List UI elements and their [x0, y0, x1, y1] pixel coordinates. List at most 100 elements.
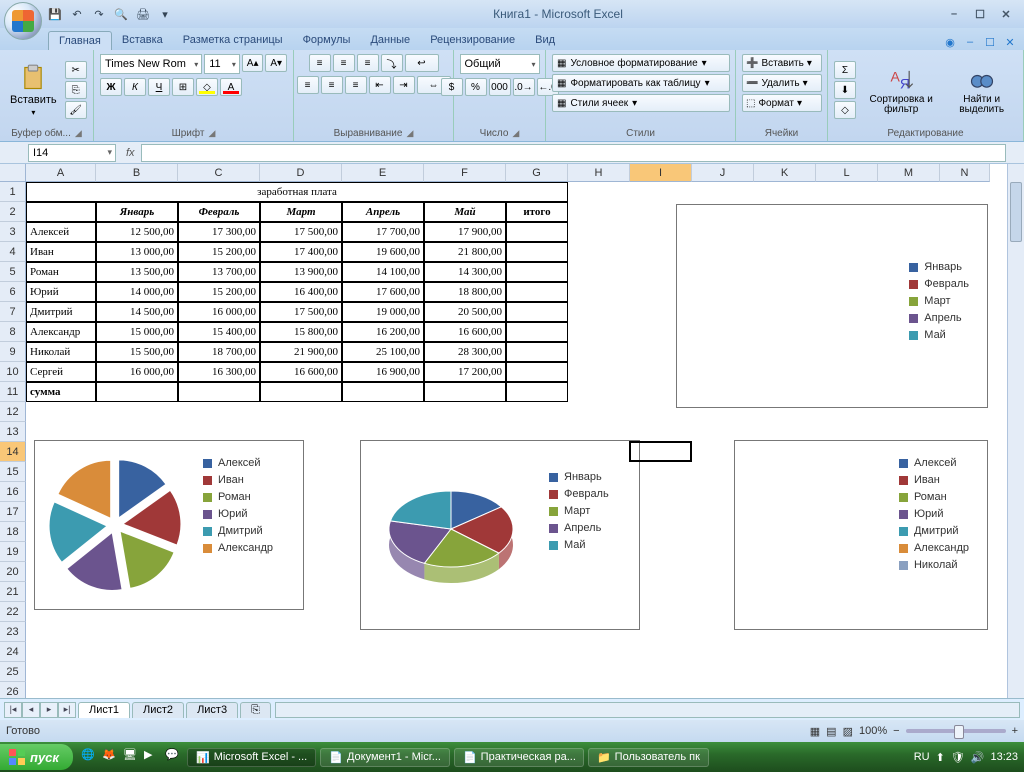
taskbar-item[interactable]: 📄Практическая ра... — [454, 748, 584, 767]
cell[interactable]: 16 300,00 — [178, 362, 260, 382]
cell[interactable] — [26, 202, 96, 222]
redo-icon[interactable]: ↷ — [90, 5, 108, 23]
cell[interactable]: 14 300,00 — [424, 262, 506, 282]
merged-title-cell[interactable]: заработная плата — [26, 182, 568, 202]
cell[interactable]: Роман — [26, 262, 96, 282]
col-header-F[interactable]: F — [424, 164, 506, 182]
cell[interactable] — [506, 242, 568, 262]
fx-icon[interactable]: fx — [126, 147, 135, 159]
cell[interactable]: 13 500,00 — [96, 262, 178, 282]
cell[interactable]: 21 800,00 — [424, 242, 506, 262]
zoom-slider[interactable] — [906, 729, 1006, 733]
paste-button[interactable]: Вставить ▾ — [6, 62, 61, 119]
tray-icon[interactable]: 🔊 — [971, 751, 985, 764]
cell[interactable]: 16 600,00 — [424, 322, 506, 342]
chrome-icon[interactable]: 🌐 — [81, 748, 99, 766]
cell[interactable]: 13 900,00 — [260, 262, 342, 282]
cell[interactable]: 25 100,00 — [342, 342, 424, 362]
horizontal-scrollbar[interactable] — [275, 702, 1020, 718]
view-layout-button[interactable]: ▤ — [826, 725, 836, 738]
cell[interactable]: Дмитрий — [26, 302, 96, 322]
sheet-tab-Лист2[interactable]: Лист2 — [132, 702, 184, 718]
doc-restore-button[interactable]: ☐ — [982, 34, 998, 50]
select-all-corner[interactable] — [0, 164, 26, 182]
cell[interactable]: 12 500,00 — [96, 222, 178, 242]
cell[interactable]: 17 900,00 — [424, 222, 506, 242]
chart-4[interactable]: АлексейИванРоманЮрийДмитрийАлександрНико… — [734, 440, 988, 630]
italic-button[interactable]: К — [124, 78, 146, 96]
col-header-I[interactable]: I — [630, 164, 692, 182]
row-header-24[interactable]: 24 — [0, 642, 26, 662]
insert-cells-button[interactable]: ➕ Вставить ▾ — [742, 54, 822, 72]
grow-font-button[interactable]: A▴ — [242, 54, 264, 72]
align-center-button[interactable]: ≡ — [321, 76, 343, 94]
font-color-button[interactable]: A — [220, 78, 242, 96]
col-header-H[interactable]: H — [568, 164, 630, 182]
row-header-20[interactable]: 20 — [0, 562, 26, 582]
cell[interactable]: 15 400,00 — [178, 322, 260, 342]
zoom-out-button[interactable]: − — [893, 725, 899, 737]
dialog-launcher-icon[interactable]: ◢ — [75, 128, 82, 139]
row-header-2[interactable]: 2 — [0, 202, 26, 222]
cell[interactable]: Николай — [26, 342, 96, 362]
shrink-font-button[interactable]: A▾ — [265, 54, 287, 72]
cell[interactable]: Юрий — [26, 282, 96, 302]
player-icon[interactable]: ▶ — [144, 748, 162, 766]
view-normal-button[interactable]: ▦ — [810, 725, 820, 738]
cell[interactable]: 17 500,00 — [260, 302, 342, 322]
cell[interactable]: 17 600,00 — [342, 282, 424, 302]
cell[interactable] — [506, 302, 568, 322]
ribbon-tab-0[interactable]: Главная — [48, 31, 112, 50]
cell[interactable]: 17 500,00 — [260, 222, 342, 242]
print-icon[interactable]: 🖨 — [134, 5, 152, 23]
cell[interactable] — [424, 382, 506, 402]
cell[interactable]: 19 600,00 — [342, 242, 424, 262]
conditional-format-button[interactable]: ▦ Условное форматирование ▾ — [552, 54, 730, 72]
row-header-17[interactable]: 17 — [0, 502, 26, 522]
cell-styles-button[interactable]: ▦ Стили ячеек ▾ — [552, 94, 730, 112]
align-right-button[interactable]: ≡ — [345, 76, 367, 94]
zoom-in-button[interactable]: + — [1012, 725, 1018, 737]
next-sheet-button[interactable]: ▸ — [40, 702, 58, 718]
col-header-L[interactable]: L — [816, 164, 878, 182]
cell[interactable]: 17 400,00 — [260, 242, 342, 262]
chart-2[interactable]: АлексейИванРоманЮрийДмитрийАлександр — [34, 440, 304, 610]
skype-icon[interactable]: 💬 — [165, 748, 183, 766]
cell[interactable]: 14 100,00 — [342, 262, 424, 282]
cell[interactable]: 15 800,00 — [260, 322, 342, 342]
col-header-M[interactable]: M — [878, 164, 940, 182]
taskbar-item[interactable]: 📊Microsoft Excel - ... — [187, 748, 316, 767]
row-header-9[interactable]: 9 — [0, 342, 26, 362]
row-header-3[interactable]: 3 — [0, 222, 26, 242]
col-header-G[interactable]: G — [506, 164, 568, 182]
row-header-19[interactable]: 19 — [0, 542, 26, 562]
align-middle-button[interactable]: ≡ — [333, 54, 355, 72]
cell[interactable]: Иван — [26, 242, 96, 262]
doc-close-button[interactable]: ✕ — [1002, 34, 1018, 50]
row-header-13[interactable]: 13 — [0, 422, 26, 442]
print-preview-icon[interactable]: 🔍 — [112, 5, 130, 23]
view-pagebreak-button[interactable]: ▨ — [843, 725, 853, 738]
number-format-combo[interactable]: Общий — [460, 54, 540, 74]
last-sheet-button[interactable]: ▸| — [58, 702, 76, 718]
row-header-8[interactable]: 8 — [0, 322, 26, 342]
worksheet-grid[interactable]: ABCDEFGHIJKLMN 1234567891011121314151617… — [0, 164, 1024, 698]
increase-decimal-button[interactable]: .0→ — [513, 78, 535, 96]
save-icon[interactable]: 💾 — [46, 5, 64, 23]
minimize-button[interactable]: – — [942, 6, 966, 22]
row-header-10[interactable]: 10 — [0, 362, 26, 382]
ribbon-tab-1[interactable]: Вставка — [112, 31, 173, 50]
maximize-button[interactable]: ☐ — [968, 6, 992, 22]
zoom-level[interactable]: 100% — [859, 725, 887, 737]
col-header-J[interactable]: J — [692, 164, 754, 182]
cell[interactable]: Февраль — [178, 202, 260, 222]
cell[interactable]: 17 300,00 — [178, 222, 260, 242]
cell[interactable]: 17 200,00 — [424, 362, 506, 382]
taskbar-item[interactable]: 📁Пользователь пк — [588, 748, 709, 767]
col-header-C[interactable]: C — [178, 164, 260, 182]
cell[interactable]: 16 900,00 — [342, 362, 424, 382]
cell[interactable] — [506, 342, 568, 362]
cell[interactable] — [506, 262, 568, 282]
chart-1[interactable]: ЯнварьФевральМартАпрельМай — [676, 204, 988, 408]
first-sheet-button[interactable]: |◂ — [4, 702, 22, 718]
